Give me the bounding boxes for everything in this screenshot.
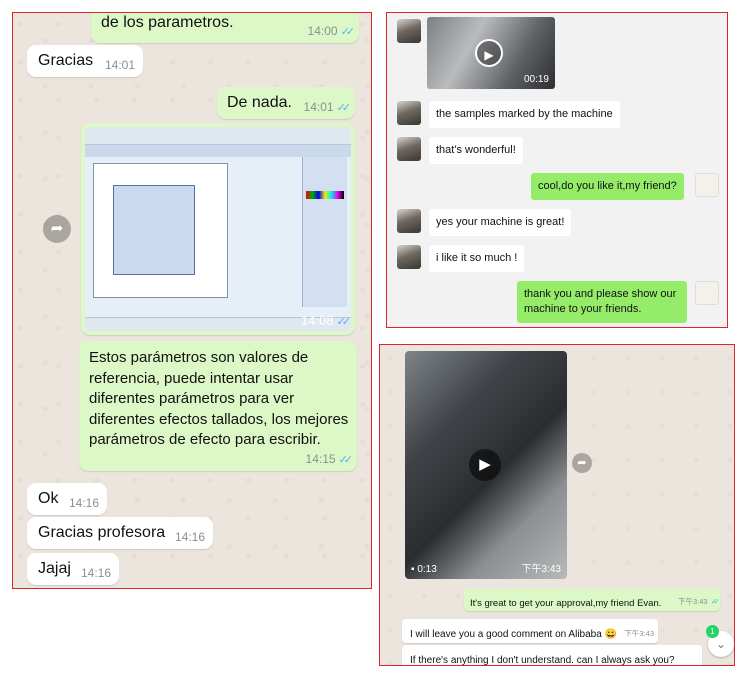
contact-avatar[interactable] (397, 209, 421, 233)
contact-avatar[interactable] (397, 19, 421, 43)
message-text: I will leave you a good comment on Aliba… (410, 629, 618, 640)
read-ticks-icon: ✓✓ (710, 597, 721, 606)
message-incoming[interactable]: I will leave you a good comment on Aliba… (402, 619, 658, 643)
message-outgoing[interactable]: de los parametros. 14:00 ✓✓ (91, 13, 359, 43)
whatsapp-chat-panel-left: de los parametros. 14:00 ✓✓ Gracias 14:01… (12, 12, 372, 589)
read-ticks-icon: ✓✓ (338, 454, 354, 466)
message-text: Estos parámetros son valores de referenc… (89, 349, 349, 448)
message-incoming[interactable]: Gracias profesora 14:16 (27, 517, 213, 549)
message-incoming[interactable]: If there's anything I don't understand. … (402, 645, 702, 666)
forward-icon[interactable]: ➦ (572, 453, 592, 473)
video-message[interactable]: ▶ ▪ 0:13 下午3:43 (405, 351, 567, 579)
message-text: de los parametros. (101, 14, 234, 31)
message-incoming[interactable]: Jajaj 14:16 (27, 553, 119, 585)
message-time: 下午3:43 (624, 629, 654, 638)
contact-avatar[interactable] (397, 245, 421, 269)
video-time: 下午3:43 (521, 564, 561, 575)
message-text: that's wonderful! (436, 144, 516, 156)
forward-icon[interactable]: ➦ (43, 215, 71, 243)
message-outgoing[interactable]: De nada. 14:01 ✓✓ (217, 87, 355, 119)
wechat-chat-panel: ▶ 00:19 the samples marked by the machin… (386, 12, 728, 328)
message-incoming[interactable]: Gracias 14:01 (27, 45, 143, 77)
read-ticks-icon: ✓✓ (340, 26, 356, 38)
message-text: cool,do you like it,my friend? (538, 180, 677, 192)
my-avatar[interactable] (695, 173, 719, 197)
message-text: Gracias profesora (38, 524, 166, 541)
message-text: i like it so much ! (436, 252, 518, 264)
message-text: thank you and please show our machine to… (524, 288, 677, 315)
message-time: 14:00 ✓✓ (307, 24, 356, 38)
message-incoming[interactable]: Ok 14:16 (27, 483, 107, 515)
whatsapp-chat-panel-right: ▶ ▪ 0:13 下午3:43 ➦ It's great to get your… (379, 344, 735, 666)
message-text: yes your machine is great! (436, 216, 565, 228)
play-icon[interactable]: ▶ (469, 449, 501, 481)
play-icon[interactable]: ▶ (475, 39, 503, 67)
message-outgoing[interactable]: It's great to get your approval,my frien… (464, 589, 720, 611)
read-ticks-icon: ✓✓ (336, 316, 352, 328)
message-text: De nada. (227, 94, 292, 111)
message-time: 14:16 (68, 496, 99, 510)
image-message[interactable]: 14:08 ✓✓ (81, 123, 355, 335)
message-outgoing[interactable]: cool,do you like it,my friend? (531, 173, 684, 200)
chevron-down-icon: ⌄ (715, 637, 727, 651)
message-time: 14:08 ✓✓ (301, 313, 352, 328)
message-time: 下午3:43 ✓✓ (677, 597, 721, 606)
video-duration: ▪ 0:13 (411, 564, 437, 575)
message-incoming[interactable]: yes your machine is great! (429, 209, 572, 236)
video-message[interactable]: ▶ 00:19 (427, 17, 555, 89)
message-outgoing[interactable]: thank you and please show our machine to… (517, 281, 687, 323)
message-time: 14:01 (104, 58, 135, 72)
message-text: Ok (38, 490, 59, 507)
my-avatar[interactable] (695, 281, 719, 305)
message-time: 14:16 (80, 566, 111, 580)
message-text: Jajaj (38, 560, 71, 577)
read-ticks-icon: ✓✓ (336, 102, 352, 114)
message-incoming[interactable]: the samples marked by the machine (429, 101, 620, 128)
video-duration: 00:19 (523, 74, 549, 85)
unread-badge: 1 (706, 625, 719, 638)
message-text: If there's anything I don't understand. … (410, 655, 675, 666)
message-text: the samples marked by the machine (436, 108, 613, 120)
message-text: It's great to get your approval,my frien… (470, 598, 662, 609)
message-text: Gracias (38, 52, 94, 69)
software-screenshot-image[interactable] (85, 127, 351, 331)
message-incoming[interactable]: that's wonderful! (429, 137, 523, 164)
message-incoming[interactable]: i like it so much ! (429, 245, 525, 272)
message-time: 14:01 ✓✓ (303, 100, 352, 114)
message-time: 14:16 (174, 530, 205, 544)
message-time: 14:15 ✓✓ (305, 452, 354, 466)
contact-avatar[interactable] (397, 137, 421, 161)
contact-avatar[interactable] (397, 101, 421, 125)
message-outgoing[interactable]: Estos parámetros son valores de referenc… (79, 341, 357, 471)
